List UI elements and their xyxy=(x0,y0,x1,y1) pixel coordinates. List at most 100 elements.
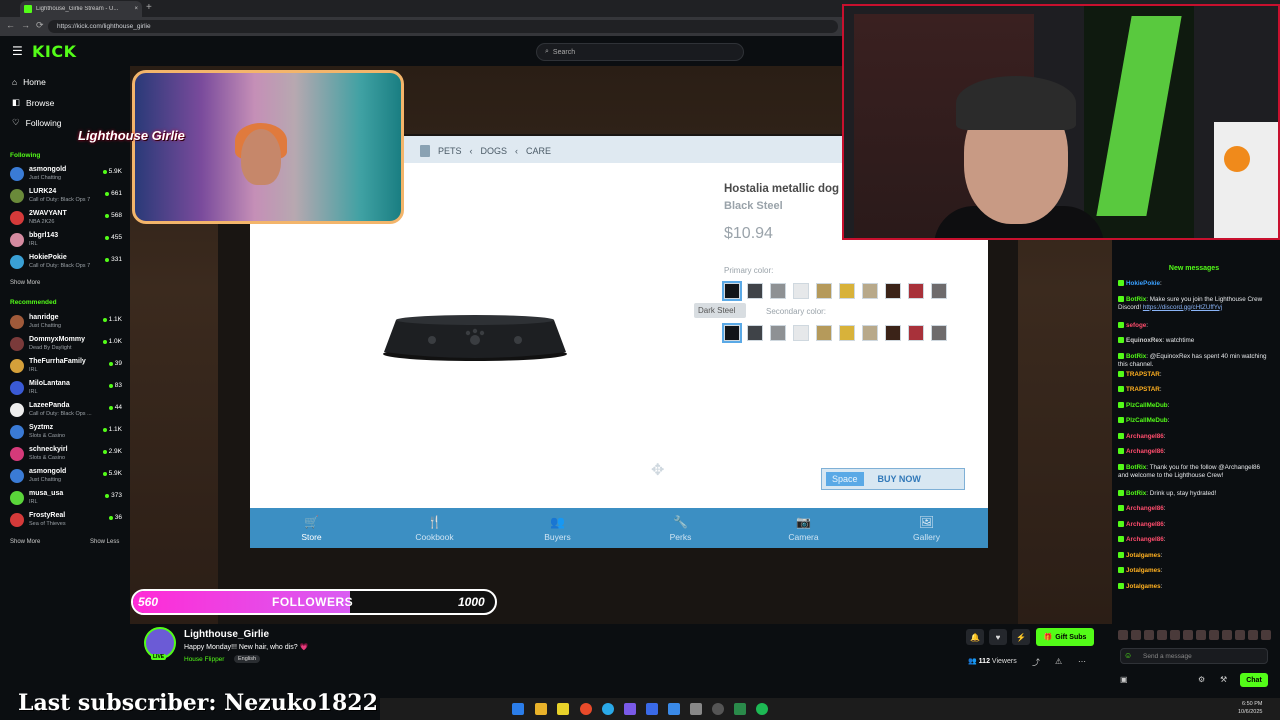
sidebar-item-browse[interactable]: ◧ Browse xyxy=(12,97,54,108)
following-channel-row[interactable]: HokiePokie Call of Duty: Black Ops 7 331 xyxy=(10,252,122,272)
recommended-channel-row[interactable]: schneckyirl Slots & Casino 2.9K xyxy=(10,444,122,464)
recommended-channel-row[interactable]: asmongold Just Chatting 5.9K xyxy=(10,466,122,486)
chat-username[interactable]: TRAPSTAR xyxy=(1126,386,1160,393)
search-input[interactable]: ⌕ Search xyxy=(536,43,744,61)
chat-username[interactable]: BotRix xyxy=(1126,353,1146,360)
secondary-color-swatch[interactable] xyxy=(816,325,832,341)
channel-name[interactable]: Lighthouse_Girlie xyxy=(184,629,269,640)
new-tab-icon[interactable]: + xyxy=(146,2,152,13)
app2-icon[interactable] xyxy=(734,703,746,715)
game-tab-camera[interactable]: 📷 Camera xyxy=(742,508,865,548)
recommended-channel-row[interactable]: FrostyReal Sea of Thieves 36 xyxy=(10,510,122,530)
secondary-color-swatch[interactable] xyxy=(793,325,809,341)
chat-popout-icon[interactable]: ▣ xyxy=(1120,675,1128,684)
chat-username[interactable]: BotRix xyxy=(1126,464,1146,471)
primary-color-swatch[interactable] xyxy=(908,283,924,299)
secondary-color-swatch[interactable] xyxy=(722,323,742,343)
boost-icon[interactable]: ⚡ xyxy=(1012,629,1030,645)
recommended-channel-row[interactable]: hanridge Just Chatting 1.1K xyxy=(10,312,122,332)
browser-tab[interactable]: Lighthouse_Girlie Stream - U... × xyxy=(20,1,142,17)
kick-logo[interactable]: KICK xyxy=(32,42,77,61)
obs-icon[interactable] xyxy=(712,703,724,715)
secondary-color-swatch[interactable] xyxy=(839,325,855,341)
edge-icon[interactable] xyxy=(602,703,614,715)
sidebar-item-home[interactable]: ⌂ Home xyxy=(12,77,46,87)
recommended-show-less[interactable]: Show Less xyxy=(90,539,119,545)
secondary-color-swatch[interactable] xyxy=(747,325,763,341)
secondary-color-swatch[interactable] xyxy=(770,325,786,341)
game-tab-perks[interactable]: 🔧 Perks xyxy=(619,508,742,548)
recommended-show-more[interactable]: Show More xyxy=(10,539,40,545)
chat-username[interactable]: Jotalgames xyxy=(1126,552,1161,559)
chat-username[interactable]: BotRix xyxy=(1126,296,1146,303)
chat-username[interactable]: Jotalgames xyxy=(1126,583,1161,590)
secondary-color-swatch[interactable] xyxy=(931,325,947,341)
following-channel-row[interactable]: asmongold Just Chatting 5.9K xyxy=(10,164,122,184)
game-tab-buyers[interactable]: 👥 Buyers xyxy=(496,508,619,548)
share-icon[interactable]: ⤴ xyxy=(1032,657,1040,668)
following-channel-row[interactable]: LURK24 Call of Duty: Black Ops 7 661 xyxy=(10,186,122,206)
chat-emote-picker-icon[interactable]: ☺ xyxy=(1124,651,1132,660)
chat-username[interactable]: Jotalgames xyxy=(1126,567,1161,574)
primary-color-swatch[interactable] xyxy=(793,283,809,299)
secondary-color-swatch[interactable] xyxy=(908,325,924,341)
nav-buttons[interactable]: ←→⟳ xyxy=(6,20,50,31)
chat-username[interactable]: Archangel86 xyxy=(1126,448,1164,455)
primary-color-swatch[interactable] xyxy=(722,281,742,301)
recommended-channel-row[interactable]: MiloLantana IRL 83 xyxy=(10,378,122,398)
windows-start-icon[interactable] xyxy=(512,703,524,715)
steam-icon[interactable] xyxy=(646,703,658,715)
sidebar-item-following[interactable]: ♡ Following xyxy=(12,117,62,128)
game-tab-gallery[interactable]: 🖼 Gallery xyxy=(865,508,988,548)
chat-username[interactable]: Archangel86 xyxy=(1126,536,1164,543)
notes-icon[interactable] xyxy=(690,703,702,715)
close-tab-icon[interactable]: × xyxy=(134,6,138,12)
chat-username[interactable]: Archangel86 xyxy=(1126,433,1164,440)
chat-username[interactable]: TRAPSTAR xyxy=(1126,371,1160,378)
primary-color-swatch[interactable] xyxy=(862,283,878,299)
chat-username[interactable]: PlzCallMeDub xyxy=(1126,417,1168,424)
gift-subs-button[interactable]: 🎁 Gift Subs xyxy=(1036,628,1094,646)
recommended-channel-row[interactable]: LazeePanda Call of Duty: Black Ops ... 44 xyxy=(10,400,122,420)
stream-category[interactable]: House Flipper xyxy=(184,656,224,663)
notification-bell-icon[interactable]: 🔔 xyxy=(966,629,984,645)
recommended-channel-row[interactable]: musa_usa IRL 373 xyxy=(10,488,122,508)
primary-color-swatch[interactable] xyxy=(770,283,786,299)
chat-tools-icon[interactable]: ⚒ xyxy=(1220,675,1227,684)
chat-username[interactable]: Archangel86 xyxy=(1126,521,1164,528)
send-chat-button[interactable]: Chat xyxy=(1240,673,1268,687)
secondary-color-swatch[interactable] xyxy=(885,325,901,341)
breadcrumb-dogs[interactable]: DOGS xyxy=(481,146,508,156)
spotify-icon[interactable] xyxy=(756,703,768,715)
menu-icon[interactable]: ☰ xyxy=(12,44,23,58)
more-options-icon[interactable]: ⋯ xyxy=(1078,657,1086,666)
breadcrumb-pets[interactable]: PETS xyxy=(438,146,462,156)
file-explorer-icon[interactable] xyxy=(535,703,547,715)
following-channel-row[interactable]: bbgrl143 IRL 455 xyxy=(10,230,122,250)
discord-icon[interactable] xyxy=(624,703,636,715)
game-tab-cookbook[interactable]: 🍴 Cookbook xyxy=(373,508,496,548)
recommended-channel-row[interactable]: DommyxMommy Dead By Daylight 1.0K xyxy=(10,334,122,354)
primary-color-swatch[interactable] xyxy=(747,283,763,299)
recommended-channel-row[interactable]: TheFurrhaFamily IRL 39 xyxy=(10,356,122,376)
chrome-icon[interactable] xyxy=(580,703,592,715)
primary-color-swatch[interactable] xyxy=(816,283,832,299)
chat-username[interactable]: sefoge xyxy=(1126,322,1146,329)
primary-color-swatch[interactable] xyxy=(931,283,947,299)
language-tag[interactable]: English xyxy=(234,655,261,663)
primary-color-swatch[interactable] xyxy=(839,283,855,299)
breadcrumb-care[interactable]: CARE xyxy=(526,146,551,156)
settings-gear-icon[interactable]: ⚙ xyxy=(1198,675,1205,684)
recommended-channel-row[interactable]: Syztmz Slots & Casino 1.1K xyxy=(10,422,122,442)
report-icon[interactable]: ⚠ xyxy=(1055,657,1062,666)
chat-link[interactable]: https://discord.gg/cHtZUffYvj xyxy=(1143,304,1222,311)
chat-username[interactable]: EquinoxRex xyxy=(1126,337,1162,344)
app-icon[interactable] xyxy=(668,703,680,715)
rotate-icon[interactable]: ✥ xyxy=(651,460,664,480)
chat-username[interactable]: BotRix xyxy=(1126,490,1146,497)
url-input[interactable]: https://kick.com/lighthouse_girlie xyxy=(48,20,838,33)
following-channel-row[interactable]: 2WAVYANT NBA 2K26 568 xyxy=(10,208,122,228)
chat-username[interactable]: HokiePokie xyxy=(1126,280,1160,287)
follow-heart-icon[interactable]: ♥ xyxy=(989,629,1007,645)
chat-username[interactable]: Archangel86 xyxy=(1126,505,1164,512)
